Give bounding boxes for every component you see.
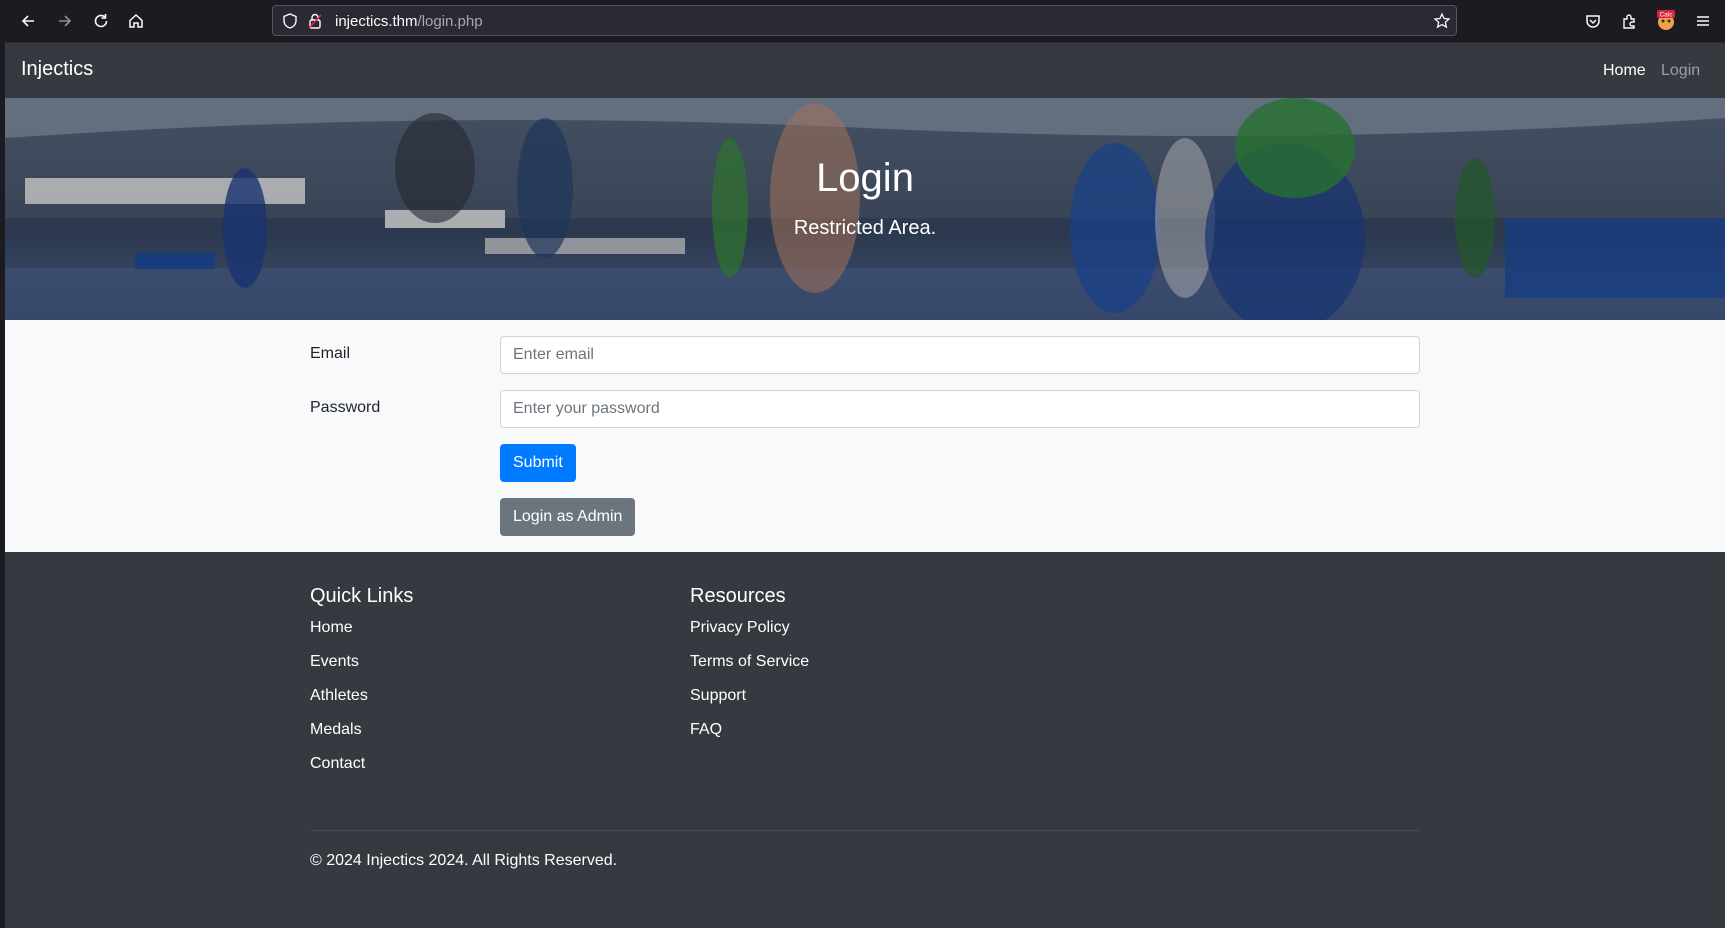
bookmark-star-icon[interactable] bbox=[1433, 12, 1451, 30]
footer-link-faq[interactable]: FAQ bbox=[690, 721, 722, 739]
back-icon[interactable] bbox=[16, 9, 40, 33]
svg-text:Calc: Calc bbox=[1659, 12, 1673, 19]
password-label: Password bbox=[310, 399, 381, 416]
copyright-text: © 2024 Injectics 2024. All Rights Reserv… bbox=[310, 852, 618, 869]
login-as-admin-button[interactable]: Login as Admin bbox=[500, 498, 636, 536]
hero-banner: Login Restricted Area. bbox=[5, 98, 1725, 320]
insecure-lock-icon[interactable] bbox=[306, 12, 324, 30]
footer-link-privacy-policy[interactable]: Privacy Policy bbox=[690, 619, 790, 637]
footer-link-home[interactable]: Home bbox=[310, 619, 353, 637]
forward-icon[interactable] bbox=[53, 9, 77, 33]
page-subtitle: Restricted Area. bbox=[793, 217, 937, 239]
pocket-icon[interactable] bbox=[1581, 9, 1605, 33]
footer-link-athletes[interactable]: Athletes bbox=[310, 687, 368, 705]
quick-links-heading: Quick Links bbox=[310, 585, 414, 607]
resources-heading: Resources bbox=[690, 585, 786, 607]
reload-icon[interactable] bbox=[89, 9, 113, 33]
footer-divider bbox=[310, 830, 1420, 831]
shield-icon[interactable] bbox=[281, 12, 299, 30]
page-viewport: Injectics Home Login Login Restricted Ar… bbox=[5, 42, 1725, 928]
footer-link-events[interactable]: Events bbox=[310, 653, 359, 671]
site-navbar: Injectics Home Login bbox=[5, 42, 1725, 99]
extensions-icon[interactable] bbox=[1617, 9, 1641, 33]
site-footer: Quick Links Home Events Athletes Medals … bbox=[5, 552, 1725, 928]
login-form: Email Password Submit Login as Admin bbox=[5, 320, 1725, 552]
footer-link-contact[interactable]: Contact bbox=[310, 755, 365, 773]
home-icon[interactable] bbox=[124, 9, 148, 33]
calc-extension-icon[interactable]: Calc bbox=[1655, 9, 1677, 31]
nav-link-login[interactable]: Login bbox=[1661, 62, 1700, 80]
footer-link-support[interactable]: Support bbox=[690, 687, 746, 705]
page-title: Login bbox=[816, 156, 914, 200]
menu-icon[interactable] bbox=[1691, 9, 1715, 33]
url-text[interactable]: injectics.thm/login.php bbox=[335, 13, 483, 30]
site-brand[interactable]: Injectics bbox=[21, 58, 93, 81]
submit-button[interactable]: Submit bbox=[500, 444, 576, 482]
nav-link-home[interactable]: Home bbox=[1603, 62, 1646, 80]
footer-link-terms-of-service[interactable]: Terms of Service bbox=[690, 653, 809, 671]
password-field[interactable] bbox=[500, 390, 1420, 428]
address-bar[interactable]: injectics.thm/login.php bbox=[272, 5, 1457, 36]
browser-toolbar: injectics.thm/login.php Calc bbox=[0, 0, 1725, 42]
hero-background-image bbox=[5, 98, 1725, 320]
footer-link-medals[interactable]: Medals bbox=[310, 721, 362, 739]
email-label: Email bbox=[310, 345, 351, 362]
email-field[interactable] bbox=[500, 336, 1420, 374]
